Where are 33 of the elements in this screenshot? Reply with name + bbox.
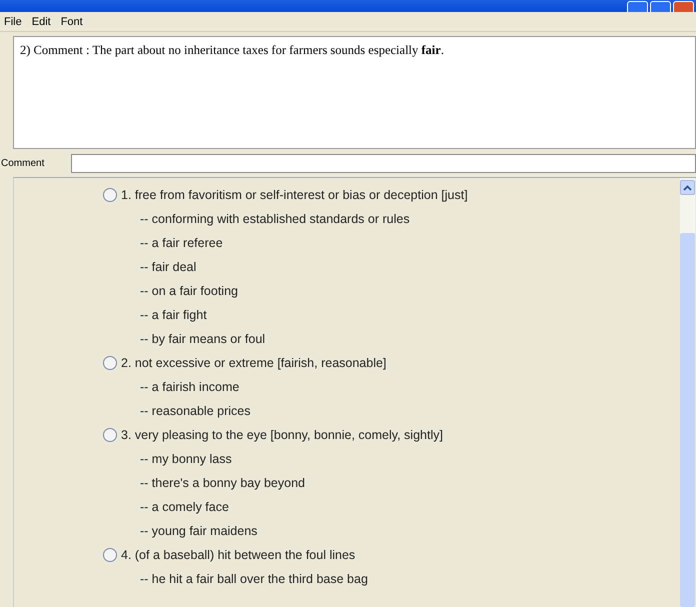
scroll-up-button[interactable] — [680, 180, 695, 195]
caret-icon — [683, 184, 692, 190]
comment-field[interactable] — [71, 154, 696, 172]
example-text: -- conforming with established standards or rules — [139, 211, 411, 228]
example-text: -- on a fair footing — [139, 283, 239, 300]
sense-option[interactable]: 2. not excessive or extreme [fairish, reasonable] — [103, 351, 680, 375]
sense-option[interactable]: 4. (of a baseball) hit between the foul lines — [103, 543, 680, 567]
minimize-button[interactable] — [627, 1, 648, 12]
example-text: -- a fair referee — [139, 235, 224, 252]
example-text: -- a fairish income — [139, 379, 240, 396]
comment-text: 2) Comment : The part about no inheritance taxes for farmers sounds especially fair. — [20, 43, 444, 57]
menu-item[interactable]: Font — [60, 16, 83, 28]
example-text: -- my bonny lass — [139, 451, 233, 468]
close-button[interactable] — [673, 1, 694, 12]
comment-label: Comment — [0, 158, 46, 168]
example-text: -- reasonable prices — [139, 403, 252, 420]
radio-button[interactable] — [103, 356, 117, 370]
example-text: -- there's a bonny bay beyond — [139, 475, 306, 492]
menu-item[interactable]: File — [4, 16, 22, 28]
example-text: -- young fair maidens — [139, 523, 258, 540]
comment-text-area[interactable]: 2) Comment : The part about no inheritance taxes for farmers sounds especially fair. — [13, 36, 696, 149]
example-text: -- a comely face — [139, 499, 230, 516]
example-text: -- by fair means or foul — [139, 331, 266, 348]
maximize-button[interactable] — [650, 1, 671, 12]
radio-button[interactable] — [103, 548, 117, 562]
example-text: -- a fair fight — [139, 307, 208, 324]
radio-button[interactable] — [103, 188, 117, 202]
radio-button[interactable] — [103, 428, 117, 442]
example-text: -- he hit a fair ball over the third base bag — [139, 571, 369, 588]
sense-option[interactable]: 3. very pleasing to the eye [bonny, bonnie, comely, sightly] — [103, 423, 680, 447]
menu-item[interactable]: Edit — [32, 16, 51, 28]
example-text: -- fair deal — [139, 259, 198, 276]
sense-option[interactable]: 1. free from favoritism or self-interest or bias or deception [just] — [103, 183, 680, 207]
